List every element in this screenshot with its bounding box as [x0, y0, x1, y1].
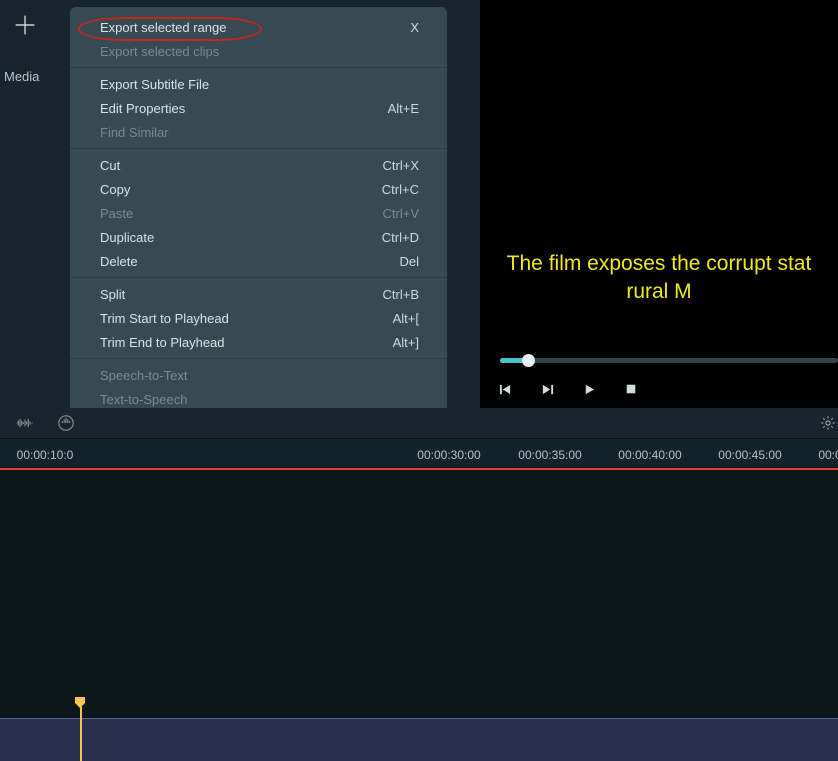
menu-export-selected-clips: Export selected clips: [70, 39, 447, 63]
plus-icon: [11, 11, 39, 39]
time-label: 00:00:45:00: [718, 448, 781, 462]
menu-find-similar: Find Similar: [70, 120, 447, 144]
menu-separator: [70, 277, 447, 278]
waveform-icon[interactable]: [15, 415, 35, 431]
menu-split[interactable]: SplitCtrl+B: [70, 282, 447, 306]
menu-separator: [70, 67, 447, 68]
time-label: 00:00:30:00: [417, 448, 480, 462]
step-back-icon: [499, 383, 512, 396]
timeline-clip[interactable]: [0, 718, 838, 761]
menu-speech-to-text: Speech-to-Text: [70, 363, 447, 387]
ruler-indicator-line: [0, 468, 838, 470]
menu-duplicate[interactable]: DuplicateCtrl+D: [70, 225, 447, 249]
stop-icon: [625, 383, 637, 395]
menu-trim-end[interactable]: Trim End to PlayheadAlt+]: [70, 330, 447, 354]
slider-track: [500, 358, 838, 363]
menu-export-subtitle-file[interactable]: Export Subtitle File: [70, 72, 447, 96]
tracks-area[interactable]: [0, 468, 838, 761]
menu-cut[interactable]: CutCtrl+X: [70, 153, 447, 177]
gear-icon: [820, 415, 836, 431]
import-media-button[interactable]: [5, 5, 45, 45]
timeline-ruler[interactable]: 00:00:10:0 00:00:30:00 00:00:35:00 00:00…: [0, 438, 838, 468]
menu-paste: PasteCtrl+V: [70, 201, 447, 225]
preview-subtitle: The film exposes the corrupt stat rural …: [480, 250, 838, 306]
time-label: 00:00:10:0: [17, 448, 74, 462]
slider-knob[interactable]: [522, 354, 535, 367]
time-label: 00:0: [818, 448, 838, 462]
time-label: 00:00:35:00: [518, 448, 581, 462]
timeline-panel: 00:00:10:0 00:00:30:00 00:00:35:00 00:00…: [0, 438, 838, 761]
playback-slider[interactable]: [500, 350, 838, 370]
play-icon: [583, 383, 596, 396]
playhead-line: [80, 706, 82, 761]
audio-adjust-icon[interactable]: [56, 415, 76, 431]
menu-trim-start[interactable]: Trim Start to PlayheadAlt+[: [70, 306, 447, 330]
step-forward-icon: [541, 383, 554, 396]
settings-button[interactable]: [820, 415, 836, 431]
menu-separator: [70, 358, 447, 359]
preview-panel: The film exposes the corrupt stat rural …: [480, 0, 838, 408]
menu-copy[interactable]: CopyCtrl+C: [70, 177, 447, 201]
toolbar-row: [0, 408, 838, 438]
step-back-button[interactable]: [498, 382, 512, 396]
stop-button[interactable]: [624, 382, 638, 396]
time-label: 00:00:40:00: [618, 448, 681, 462]
menu-separator: [70, 148, 447, 149]
step-forward-button[interactable]: [540, 382, 554, 396]
menu-edit-properties[interactable]: Edit Properties Alt+E: [70, 96, 447, 120]
menu-delete[interactable]: DeleteDel: [70, 249, 447, 273]
media-label: Media: [0, 67, 43, 86]
play-button[interactable]: [582, 382, 596, 396]
menu-export-selected-range[interactable]: Export selected range X: [70, 15, 447, 39]
